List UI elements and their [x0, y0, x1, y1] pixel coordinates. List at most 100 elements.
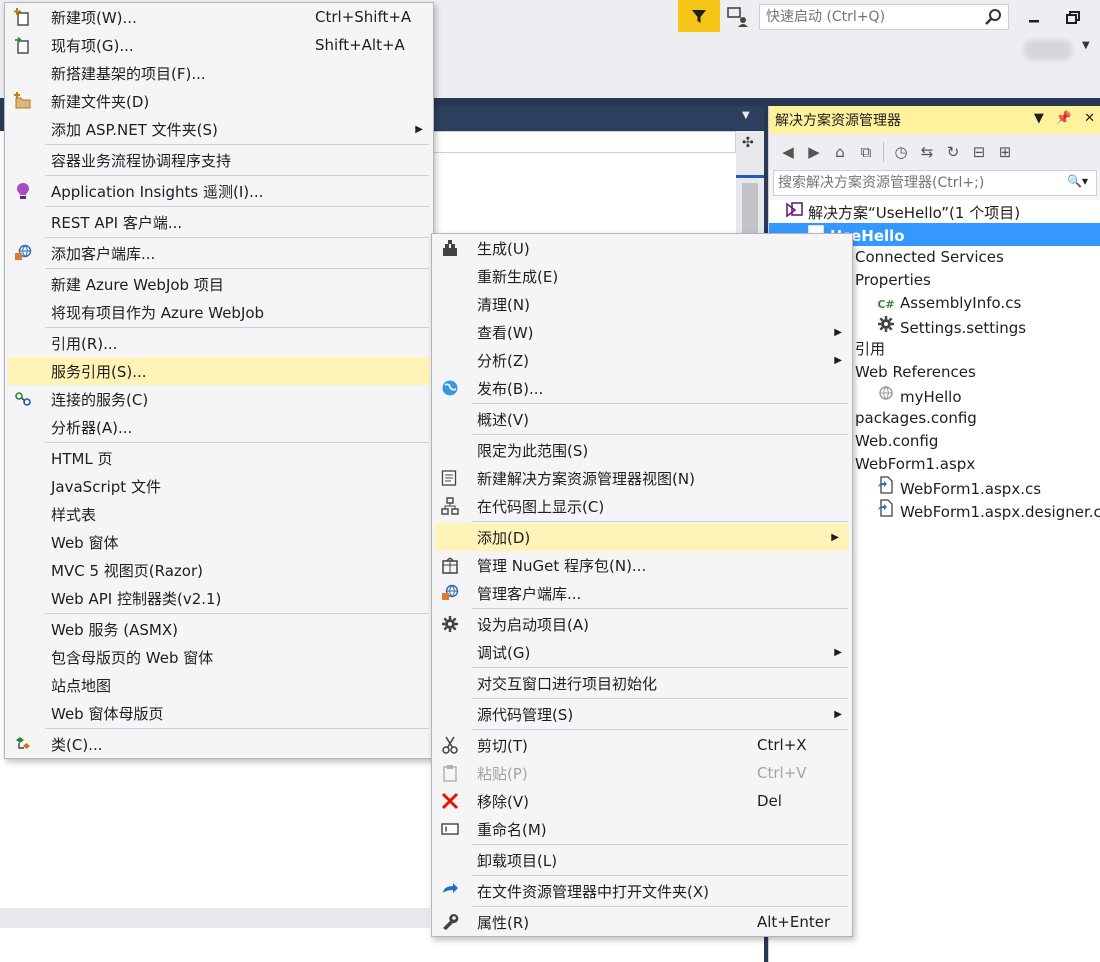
project-menu-item[interactable]: 生成(U)	[432, 234, 852, 262]
project-menu-item[interactable]: 限定为此范围(S)	[432, 436, 852, 464]
project-menu-item[interactable]: 在代码图上显示(C)	[432, 492, 852, 520]
project-menu-item[interactable]: 属性(R) Alt+Enter	[432, 908, 852, 936]
menu-item-label: 包含母版页的 Web 窗体	[51, 648, 214, 667]
scroll-position-marker	[736, 175, 764, 178]
project-menu-item[interactable]: 剪切(T) Ctrl+X	[432, 731, 852, 759]
menu-item-label: 类(C)...	[51, 735, 103, 754]
forward-icon[interactable]: ▶	[805, 143, 823, 161]
tree-node[interactable]: Settings.settings	[877, 315, 1026, 338]
add-submenu-item[interactable]: 站点地图	[5, 671, 433, 699]
feedback-icon[interactable]	[726, 4, 750, 28]
restore-button[interactable]	[1062, 8, 1084, 28]
add-submenu-item[interactable]: Web API 控制器类(v2.1)	[5, 584, 433, 612]
refresh-icon[interactable]: ↻	[944, 143, 962, 161]
split-window-icon[interactable]: ✣	[742, 135, 754, 151]
show-all-files-icon[interactable]: ⊞	[996, 143, 1014, 161]
tree-node[interactable]: packages.config	[855, 407, 977, 430]
close-icon[interactable]: ✕	[1084, 111, 1095, 126]
tree-node[interactable]: Web.config	[855, 430, 938, 453]
editor-horizontal-scrollbar[interactable]	[0, 908, 430, 928]
add-submenu-item[interactable]: 引用(R)...	[5, 329, 433, 357]
collapse-all-icon[interactable]: ⊟	[970, 143, 988, 161]
new-folder-icon	[13, 91, 33, 111]
add-submenu-item[interactable]: 容器业务流程协调程序支持	[5, 146, 433, 174]
project-menu-item[interactable]: 移除(V) Del	[432, 787, 852, 815]
add-submenu-item[interactable]: 现有项(G)... Shift+Alt+A	[5, 31, 433, 59]
quick-launch-input[interactable]	[760, 5, 980, 29]
project-menu-item[interactable]: 重命名(M)	[432, 815, 852, 843]
add-submenu-item[interactable]: 新建文件夹(D)	[5, 87, 433, 115]
tree-node[interactable]: 引用	[855, 338, 885, 361]
tree-node[interactable]: Properties	[855, 269, 931, 292]
add-submenu-item[interactable]: 分析器(A)...	[5, 413, 433, 441]
project-menu-item[interactable]: 管理客户端库...	[432, 579, 852, 607]
project-menu-item[interactable]: 对交互窗口进行项目初始化	[432, 669, 852, 697]
solution-explorer-search-input[interactable]	[774, 171, 1064, 195]
project-menu-item[interactable]: 概述(V)	[432, 405, 852, 433]
add-submenu-item[interactable]: 服务引用(S)...	[8, 357, 430, 385]
project-menu-item[interactable]: 粘贴(P) Ctrl+V	[432, 759, 852, 787]
tree-node[interactable]: Connected Services	[855, 246, 1004, 269]
project-menu-item[interactable]: 分析(Z) ▶	[432, 346, 852, 374]
submenu-arrow-icon: ▶	[834, 646, 842, 658]
project-menu-item[interactable]: 清理(N)	[432, 290, 852, 318]
add-submenu-item[interactable]: Web 窗体	[5, 528, 433, 556]
sync-with-document-icon[interactable]: ⇆	[918, 143, 936, 161]
solution-node[interactable]: 解决方案“UseHello”(1 个项目)	[785, 200, 1020, 223]
menu-item-label: 容器业务流程协调程序支持	[51, 151, 232, 170]
add-submenu-item[interactable]: 将现有项目作为 Azure WebJob	[5, 298, 433, 326]
notification-filter-button[interactable]	[678, 0, 720, 32]
project-menu-item[interactable]: 源代码管理(S) ▶	[432, 700, 852, 728]
chevron-down-icon[interactable]: ▼	[742, 110, 750, 121]
menu-item-label: 添加客户端库...	[51, 244, 156, 263]
cut-scissors-icon	[440, 735, 460, 755]
tree-node[interactable]: C# AssemblyInfo.cs	[877, 292, 1021, 315]
add-submenu-item[interactable]: HTML 页	[5, 444, 433, 472]
add-submenu-item[interactable]: 类(C)...	[5, 730, 433, 758]
search-icon[interactable]: 🔍▾	[1067, 174, 1088, 188]
solution-explorer-title-bar[interactable]: 解决方案资源管理器 ▼ 📌 ✕	[769, 106, 1100, 134]
project-menu-item[interactable]: 在文件资源管理器中打开文件夹(X)	[432, 877, 852, 905]
chevron-down-icon[interactable]: ▼	[1034, 111, 1044, 126]
project-menu-item[interactable]: 调试(G) ▶	[432, 638, 852, 666]
pin-icon[interactable]: 📌	[1056, 111, 1072, 126]
tree-node[interactable]: WebForm1.aspx.cs	[877, 476, 1041, 499]
add-submenu-item[interactable]: JavaScript 文件	[5, 472, 433, 500]
add-submenu-item[interactable]: 连接的服务(C)	[5, 385, 433, 413]
quick-launch-box[interactable]	[759, 4, 1009, 30]
tree-node[interactable]: WebForm1.aspx.designer.cs	[877, 499, 1100, 522]
tree-node[interactable]: WebForm1.aspx	[855, 453, 975, 476]
project-menu-item[interactable]: 查看(W) ▶	[432, 318, 852, 346]
tree-node-label: Properties	[855, 271, 931, 289]
add-submenu-item[interactable]: Web 窗体母版页	[5, 699, 433, 727]
add-submenu-item[interactable]: Application Insights 遥测(I)...	[5, 177, 433, 205]
project-menu-item[interactable]: 管理 NuGet 程序包(N)...	[432, 551, 852, 579]
home-icon[interactable]: ⌂	[831, 143, 849, 161]
pending-changes-filter-icon[interactable]: ◷	[892, 143, 910, 161]
tree-node[interactable]: myHello	[877, 384, 962, 407]
project-menu-item[interactable]: 卸载项目(L)	[432, 846, 852, 874]
tree-node[interactable]: Web References	[855, 361, 976, 384]
add-submenu-item[interactable]: MVC 5 视图页(Razor)	[5, 556, 433, 584]
back-icon[interactable]: ◀	[779, 143, 797, 161]
add-submenu-item[interactable]: 新建项(W)... Ctrl+Shift+A	[5, 3, 433, 31]
chevron-down-icon[interactable]: ▼	[1082, 40, 1090, 51]
project-menu-item[interactable]: 添加(D) ▶	[435, 523, 849, 551]
project-menu-item[interactable]: 重新生成(E)	[432, 262, 852, 290]
add-submenu-item[interactable]: 样式表	[5, 500, 433, 528]
add-submenu-item[interactable]: 添加客户端库...	[5, 239, 433, 267]
add-submenu-item[interactable]: Web 服务 (ASMX)	[5, 615, 433, 643]
project-menu-item[interactable]: 发布(B)...	[432, 374, 852, 402]
add-submenu-item[interactable]: 新搭建基架的项目(F)...	[5, 59, 433, 87]
account-avatar[interactable]	[1024, 40, 1072, 60]
project-menu-item[interactable]: 新建解决方案资源管理器视图(N)	[432, 464, 852, 492]
add-submenu-item[interactable]: 包含母版页的 Web 窗体	[5, 643, 433, 671]
minimize-button[interactable]	[1023, 8, 1045, 28]
editor-navigation-bar[interactable]	[430, 131, 736, 153]
add-submenu-item[interactable]: 添加 ASP.NET 文件夹(S) ▶	[5, 115, 433, 143]
add-submenu-item[interactable]: 新建 Azure WebJob 项目	[5, 270, 433, 298]
project-menu-item[interactable]: 设为启动项目(A)	[432, 610, 852, 638]
solution-explorer-search[interactable]: 🔍▾	[773, 170, 1097, 196]
add-submenu-item[interactable]: REST API 客户端...	[5, 208, 433, 236]
switch-views-icon[interactable]: ⧉	[857, 143, 875, 161]
